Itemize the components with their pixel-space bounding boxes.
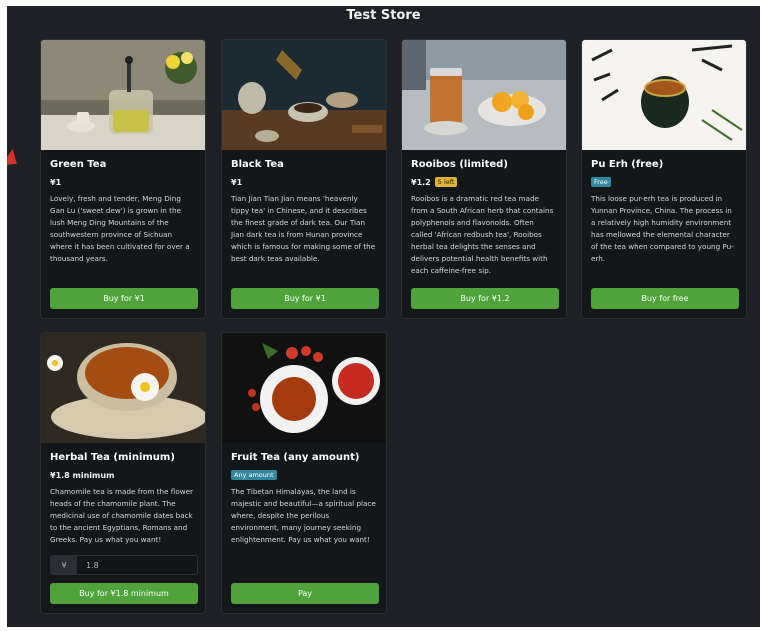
product-description: Lovely, fresh and tender, Meng Ding Gan … (50, 194, 190, 263)
product-price: ¥1 (231, 177, 243, 187)
product-card-pu-erh: Pu Erh (free) Free This loose pur-erh te… (581, 39, 747, 319)
pay-button-fruit-tea[interactable]: Pay (231, 583, 379, 604)
store-title: Test Store (346, 8, 421, 23)
product-name: Rooibos (limited) (411, 159, 508, 170)
buy-button-black-tea[interactable]: Buy for ¥1 (231, 288, 379, 309)
pu-erh-photo (582, 40, 746, 150)
arrow-pointer-icon (7, 148, 23, 173)
product-description: This loose pur-erh tea is produced in Yu… (591, 194, 734, 263)
buy-button-pu-erh[interactable]: Buy for free (591, 288, 739, 309)
product-description: The Tibetan Himalayas, the land is majes… (231, 487, 376, 544)
product-name: Black Tea (231, 159, 284, 170)
price-row: ¥1 (231, 175, 377, 189)
amount-input-group: ¥ 1.8 (50, 555, 198, 575)
product-name: Fruit Tea (any amount) (231, 452, 360, 463)
green-tea-photo (41, 40, 205, 150)
any-amount-badge: Any amount (231, 470, 277, 480)
rooibos-photo (402, 40, 566, 150)
store-page: Test Store Green Tea ¥1 Lovely, fresh an… (7, 6, 760, 627)
free-badge: Free (591, 177, 611, 187)
currency-addon: ¥ (51, 556, 77, 574)
price-row: ¥1.2 5 left (411, 175, 557, 189)
stock-badge: 5 left (434, 177, 458, 187)
buy-button-rooibos[interactable]: Buy for ¥1.2 (411, 288, 559, 309)
black-tea-photo (222, 40, 386, 150)
herbal-tea-photo (41, 333, 205, 443)
buy-button-herbal-tea[interactable]: Buy for ¥1.8 minimum (50, 583, 198, 604)
product-name: Pu Erh (free) (591, 159, 664, 170)
product-card-green-tea: Green Tea ¥1 Lovely, fresh and tender, M… (40, 39, 206, 319)
product-price: ¥1.8 minimum (50, 470, 115, 480)
fruit-tea-photo (222, 333, 386, 443)
price-row: Free (591, 175, 737, 189)
product-card-rooibos: Rooibos (limited) ¥1.2 5 left Rooibos is… (401, 39, 567, 319)
product-description: Rooibos is a dramatic red tea made from … (411, 194, 554, 275)
product-name: Herbal Tea (minimum) (50, 452, 175, 463)
price-row: ¥1 (50, 175, 196, 189)
product-price: ¥1 (50, 177, 62, 187)
buy-button-green-tea[interactable]: Buy for ¥1 (50, 288, 198, 309)
product-price: ¥1.2 (411, 177, 431, 187)
product-card-black-tea: Black Tea ¥1 Tian Jian Tian Jian means '… (221, 39, 387, 319)
price-row: ¥1.8 minimum (50, 468, 196, 482)
amount-input[interactable]: 1.8 (77, 556, 197, 574)
product-description: Chamomile tea is made from the flower he… (50, 487, 193, 544)
product-card-fruit-tea: Fruit Tea (any amount) Any amount The Ti… (221, 332, 387, 614)
product-card-herbal-tea: Herbal Tea (minimum) ¥1.8 minimum Chamom… (40, 332, 206, 614)
product-description: Tian Jian Tian Jian means 'heavenly tipp… (231, 194, 376, 263)
product-name: Green Tea (50, 159, 107, 170)
price-row: Any amount (231, 468, 377, 482)
